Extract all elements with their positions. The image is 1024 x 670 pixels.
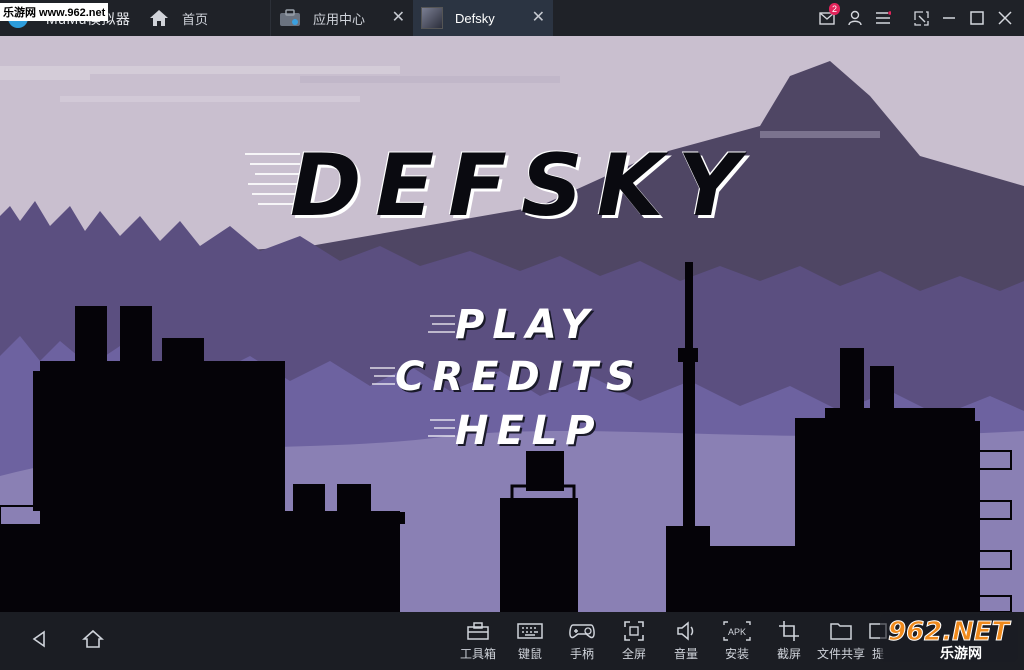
title-bar: MuMu模拟器 乐游网 www.962.net 首页 应用中心 ✕ Defsky… bbox=[0, 0, 1024, 36]
gamepad-icon bbox=[556, 618, 608, 644]
play-button[interactable]: PLAY bbox=[455, 302, 597, 348]
watermark-name: 乐游网 bbox=[940, 645, 982, 662]
toolbar-label: 键鼠 bbox=[517, 647, 542, 661]
tab-label: 首页 bbox=[182, 11, 209, 27]
menu-icon[interactable] bbox=[870, 5, 896, 31]
bottom-toolbar: 工具箱 键鼠 手柄 全屏 音量 APK 安装 截屏 文件共享 提 962.NET… bbox=[0, 612, 1024, 665]
notification-badge: 2 bbox=[828, 3, 840, 15]
close-icon[interactable]: ✕ bbox=[392, 9, 405, 27]
toolbar-label: 全屏 bbox=[621, 647, 646, 661]
user-icon[interactable] bbox=[842, 5, 868, 31]
mini-window-icon[interactable] bbox=[908, 5, 934, 31]
app-store-icon bbox=[279, 9, 301, 27]
volume-button[interactable]: 音量 bbox=[660, 618, 712, 662]
tab-label: 应用中心 bbox=[313, 11, 366, 27]
keyboard-icon bbox=[504, 618, 556, 644]
toolbar-label: 截屏 bbox=[776, 647, 801, 661]
watermark-962: 962.NET 乐游网 bbox=[880, 612, 1018, 665]
apk-install-icon: APK bbox=[711, 618, 763, 644]
toolbar-label: 音量 bbox=[673, 647, 698, 661]
window-controls: 2 bbox=[813, 0, 1024, 36]
screenshot-button[interactable]: 截屏 bbox=[763, 618, 815, 662]
watermark-brand: 962.NET bbox=[888, 617, 1012, 647]
back-icon[interactable] bbox=[26, 626, 52, 652]
separator bbox=[898, 5, 906, 31]
help-button[interactable]: HELP bbox=[455, 408, 603, 454]
tab-label: Defsky bbox=[455, 10, 495, 26]
close-window-icon[interactable] bbox=[992, 5, 1018, 31]
toolbar-label: 手柄 bbox=[569, 647, 594, 661]
credits-button[interactable]: CREDITS bbox=[395, 354, 643, 400]
home-icon bbox=[148, 9, 170, 27]
site-watermark: 乐游网 www.962.net bbox=[0, 3, 109, 21]
mail-icon[interactable]: 2 bbox=[814, 3, 840, 31]
keyboard-mouse-button[interactable]: 键鼠 bbox=[504, 618, 556, 662]
fullscreen-icon bbox=[608, 618, 660, 644]
volume-icon bbox=[660, 618, 712, 644]
tab-home[interactable]: 首页 bbox=[140, 0, 268, 36]
toolbar-label: 工具箱 bbox=[459, 647, 496, 661]
toolbox-button[interactable]: 工具箱 bbox=[452, 618, 504, 662]
maximize-icon[interactable] bbox=[964, 5, 990, 31]
crop-icon bbox=[763, 618, 815, 644]
game-main-menu: PLAY CREDITS HELP bbox=[0, 36, 1024, 612]
toolbox-icon bbox=[452, 618, 504, 644]
toolbar-label: 安装 bbox=[724, 647, 749, 661]
install-apk-button[interactable]: APK 安装 bbox=[711, 618, 763, 662]
minimize-icon[interactable] bbox=[936, 5, 962, 31]
tab-app-center[interactable]: 应用中心 ✕ bbox=[270, 0, 413, 36]
defsky-thumbnail-icon bbox=[421, 7, 443, 29]
close-icon[interactable]: ✕ bbox=[532, 9, 545, 27]
fullscreen-button[interactable]: 全屏 bbox=[608, 618, 660, 662]
svg-text:APK: APK bbox=[728, 627, 746, 637]
tab-defsky[interactable]: Defsky ✕ bbox=[413, 0, 553, 36]
game-screen[interactable]: DEFSKY PLAY CREDITS HELP bbox=[0, 36, 1024, 612]
home-nav-icon[interactable] bbox=[80, 626, 106, 652]
gamepad-button[interactable]: 手柄 bbox=[556, 618, 608, 662]
